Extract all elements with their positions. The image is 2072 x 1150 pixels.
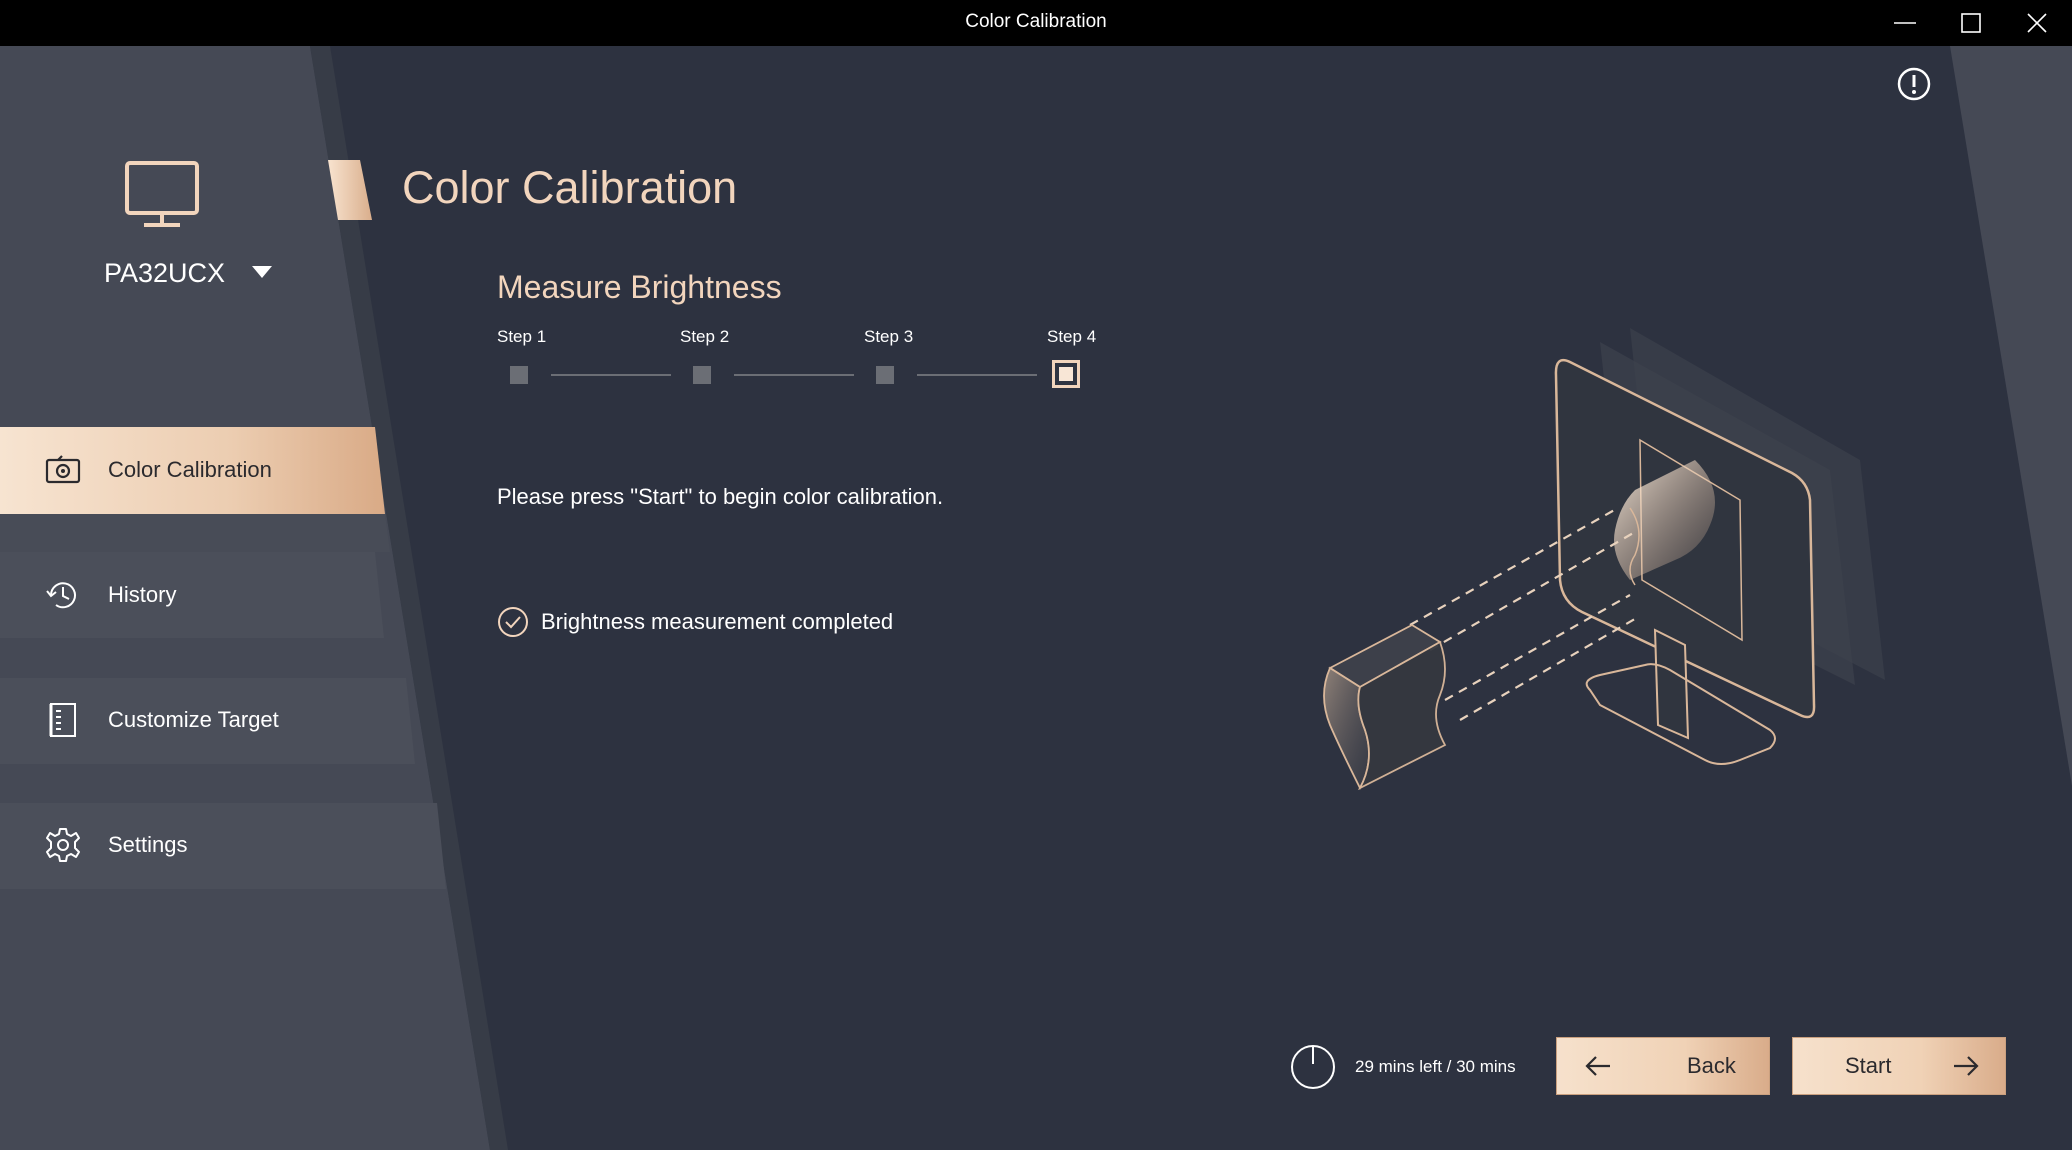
step-label: Step 4 bbox=[1047, 327, 1097, 346]
sidebar-item-label: Customize Target bbox=[108, 707, 279, 732]
step-connector bbox=[917, 374, 1037, 376]
document-icon bbox=[49, 703, 76, 737]
calibration-illustration bbox=[1323, 328, 1885, 791]
history-icon bbox=[46, 582, 76, 609]
status-text: Brightness measurement completed bbox=[541, 609, 894, 634]
sidebar-item-label: History bbox=[108, 582, 177, 607]
back-button-label: Back bbox=[1687, 1053, 1736, 1078]
step-label: Step 3 bbox=[864, 327, 914, 346]
minimize-button[interactable] bbox=[1872, 0, 1938, 46]
title-bar: Color Calibration bbox=[0, 0, 2072, 46]
calibration-icon bbox=[45, 455, 81, 484]
step-2-indicator bbox=[693, 366, 711, 384]
arrow-left-icon bbox=[1585, 1056, 1610, 1076]
start-button[interactable]: Start bbox=[1792, 1037, 2006, 1095]
monitor-icon bbox=[125, 161, 199, 227]
step-label: Step 1 bbox=[497, 327, 547, 346]
maximize-button[interactable] bbox=[1938, 0, 2004, 46]
back-button[interactable]: Back bbox=[1556, 1037, 1770, 1095]
status-row: Brightness measurement completed bbox=[497, 606, 893, 638]
sidebar-item-label: Settings bbox=[108, 832, 188, 857]
timer-text: 29 mins left / 30 mins bbox=[1355, 1057, 1516, 1076]
chevron-down-icon[interactable] bbox=[252, 266, 272, 280]
title-accent bbox=[328, 160, 372, 220]
timer-icon bbox=[1291, 1045, 1335, 1089]
sidebar-item-color-calibration[interactable]: Color Calibration bbox=[0, 427, 385, 513]
check-circle-icon bbox=[498, 607, 528, 637]
instruction-text: Please press "Start" to begin color cali… bbox=[497, 484, 944, 509]
sidebar-item-label: Color Calibration bbox=[108, 457, 272, 482]
minimize-icon bbox=[1894, 22, 1916, 24]
step-connector bbox=[551, 374, 671, 376]
close-button[interactable] bbox=[2004, 0, 2070, 46]
device-name: PA32UCX bbox=[104, 258, 226, 288]
step-connector bbox=[734, 374, 854, 376]
start-button-label: Start bbox=[1845, 1053, 1892, 1078]
step-label: Step 2 bbox=[680, 327, 730, 346]
arrow-right-icon bbox=[1954, 1056, 1979, 1076]
window-title: Color Calibration bbox=[965, 11, 1107, 32]
sidebar-item-settings[interactable]: Settings bbox=[0, 802, 446, 888]
page-title: Color Calibration bbox=[402, 162, 738, 213]
gear-icon bbox=[46, 828, 80, 862]
step-1-indicator bbox=[510, 366, 528, 384]
sidebar-item-customize-target[interactable]: Customize Target bbox=[0, 677, 437, 763]
section-title: Measure Brightness bbox=[497, 269, 782, 305]
maximize-icon bbox=[1961, 13, 1981, 33]
step-4-indicator bbox=[1052, 360, 1080, 388]
info-icon[interactable] bbox=[1896, 66, 1932, 102]
step-3-indicator bbox=[876, 366, 894, 384]
close-icon bbox=[2027, 13, 2047, 33]
sidebar-item-history[interactable]: History bbox=[0, 552, 406, 638]
